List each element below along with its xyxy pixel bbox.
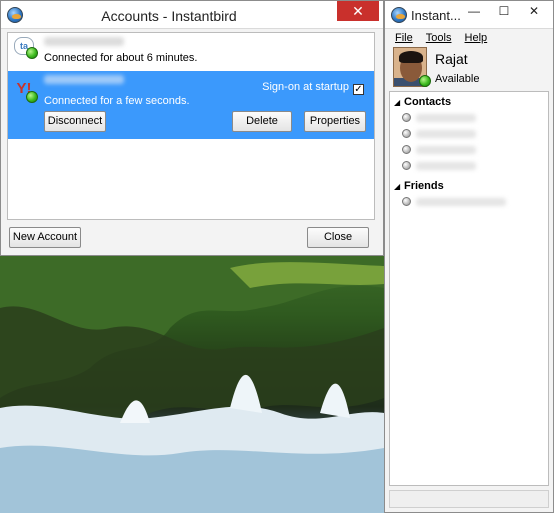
account-row-gtalk[interactable]: ta Connected for about 6 minutes. — [8, 33, 374, 71]
contact-name-redacted — [416, 146, 476, 154]
online-icon — [26, 91, 38, 103]
account-row-yahoo[interactable]: Y! Connected for a few seconds. Sign-on … — [8, 71, 374, 139]
offline-icon — [402, 145, 411, 154]
offline-icon — [402, 197, 411, 206]
presence-status[interactable]: Available — [435, 73, 479, 85]
offline-icon — [402, 161, 411, 170]
collapse-arrow-icon[interactable]: ◢ — [394, 179, 404, 195]
account-name-redacted — [44, 75, 124, 84]
desktop-wallpaper — [0, 248, 384, 513]
group-header-friends[interactable]: ◢ Friends — [390, 178, 548, 194]
instantbird-app-icon — [391, 7, 407, 23]
contact-name-redacted — [416, 130, 476, 138]
contact-name-redacted — [416, 198, 506, 206]
collapse-arrow-icon[interactable]: ◢ — [394, 95, 404, 111]
accounts-window-title: Accounts - Instantbird — [101, 8, 237, 24]
menu-file[interactable]: File — [395, 29, 413, 47]
accounts-button-bar: New Account Close — [1, 219, 383, 255]
menu-help[interactable]: Help — [465, 29, 488, 47]
account-status-text: Connected for a few seconds. — [44, 95, 190, 107]
disconnect-button[interactable]: Disconnect — [44, 111, 106, 132]
buddy-titlebar[interactable]: Instant... — ☐ ✕ — [385, 1, 553, 29]
statusbar — [389, 490, 549, 508]
buddy-list-window: Instant... — ☐ ✕ File Tools Help Rajat A… — [384, 0, 554, 513]
group-name: Friends — [404, 180, 444, 192]
signon-at-startup[interactable]: Sign-on at startup ✓ — [262, 81, 364, 95]
contact-list: ◢ Contacts ◢ Friends — [389, 91, 549, 486]
accounts-window: Accounts - Instantbird ✕ ta Connected fo… — [0, 0, 384, 256]
contact-name-redacted — [416, 162, 476, 170]
user-profile[interactable]: Rajat Available — [385, 47, 553, 89]
signon-checkbox[interactable]: ✓ — [353, 84, 364, 95]
contact-item[interactable] — [390, 110, 548, 126]
signon-label: Sign-on at startup — [262, 81, 349, 93]
menu-tools[interactable]: Tools — [426, 29, 452, 47]
account-list: ta Connected for about 6 minutes. Y! Con… — [7, 32, 375, 220]
contact-item[interactable] — [390, 126, 548, 142]
offline-icon — [402, 113, 411, 122]
delete-button[interactable]: Delete — [232, 111, 292, 132]
account-status-text: Connected for about 6 minutes. — [44, 52, 198, 64]
online-icon — [419, 75, 431, 87]
minimize-button[interactable]: — — [461, 1, 487, 21]
online-icon — [26, 47, 38, 59]
menubar: File Tools Help — [385, 29, 553, 47]
close-button[interactable]: Close — [307, 227, 369, 248]
accounts-titlebar[interactable]: Accounts - Instantbird ✕ — [1, 1, 383, 29]
account-name-redacted — [44, 37, 124, 46]
user-display-name[interactable]: Rajat — [435, 51, 468, 67]
close-window-button[interactable]: ✕ — [519, 1, 549, 21]
group-header-contacts[interactable]: ◢ Contacts — [390, 94, 548, 110]
contact-item[interactable] — [390, 142, 548, 158]
contact-item[interactable] — [390, 194, 548, 210]
close-window-button[interactable]: ✕ — [337, 1, 379, 21]
offline-icon — [402, 129, 411, 138]
properties-button[interactable]: Properties — [304, 111, 366, 132]
group-name: Contacts — [404, 96, 452, 108]
maximize-button[interactable]: ☐ — [491, 1, 517, 21]
contact-name-redacted — [416, 114, 476, 122]
buddy-window-title: Instant... — [411, 8, 461, 23]
new-account-button[interactable]: New Account — [9, 227, 81, 248]
contact-item[interactable] — [390, 158, 548, 174]
coastline-image — [0, 248, 384, 513]
